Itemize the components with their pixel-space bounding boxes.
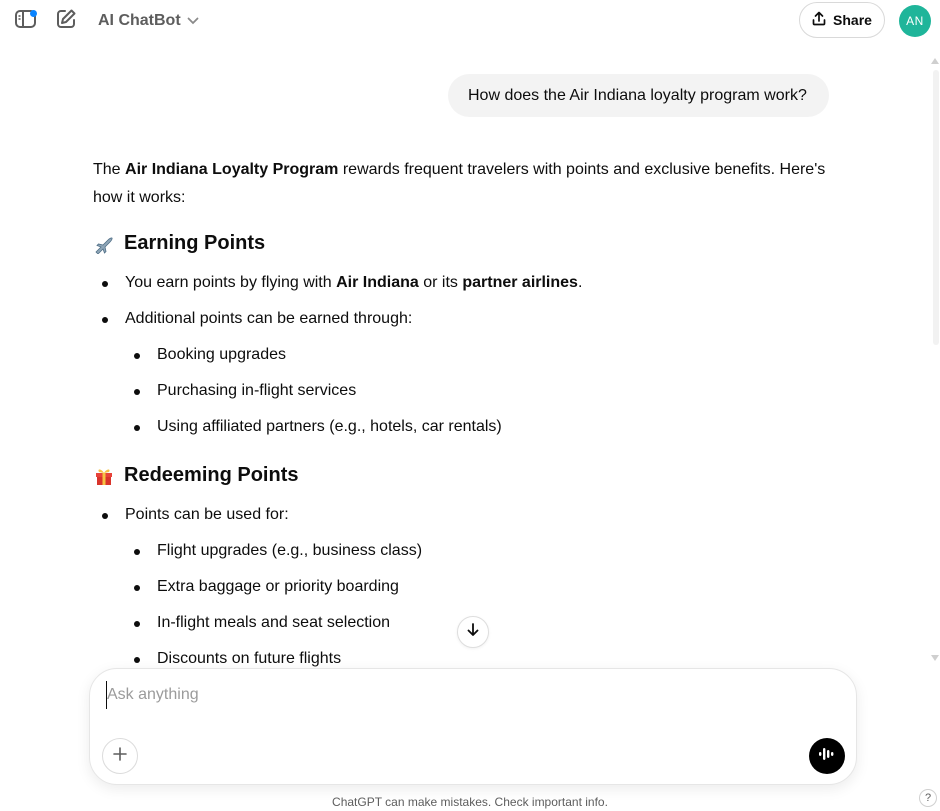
scrollbar-thumb[interactable]	[933, 70, 939, 345]
share-icon	[812, 11, 826, 29]
prompt-input[interactable]	[106, 681, 809, 709]
share-label: Share	[833, 12, 872, 28]
chevron-down-icon	[187, 12, 199, 30]
edit-icon	[55, 8, 77, 35]
list-item: You earn points by flying with Air India…	[102, 271, 582, 295]
scroll-down-arrow[interactable]	[931, 655, 939, 661]
help-button[interactable]: ?	[919, 789, 937, 807]
attach-button[interactable]	[102, 738, 138, 774]
scroll-up-arrow[interactable]	[931, 58, 939, 64]
list-item: Points can be used for:	[102, 503, 289, 527]
plus-icon	[112, 746, 128, 767]
disclaimer: ChatGPT can make mistakes. Check importa…	[332, 795, 608, 809]
section-heading-redeeming: Redeeming Points	[93, 464, 298, 487]
list-subitem: Flight upgrades (e.g., business class)	[134, 539, 422, 563]
program-name: Air Indiana Loyalty Program	[125, 161, 339, 178]
airplane-icon	[93, 233, 115, 255]
model-selector[interactable]: AI ChatBot	[98, 10, 199, 32]
new-chat-button[interactable]	[53, 8, 79, 34]
gift-icon	[93, 465, 115, 487]
list-item: Additional points can be earned through:	[102, 307, 412, 331]
arrow-down-icon	[466, 622, 480, 643]
share-button[interactable]: Share	[799, 2, 885, 38]
list-subitem: Extra baggage or priority boarding	[134, 575, 399, 599]
notification-dot	[30, 10, 37, 17]
list-subitem: Booking upgrades	[134, 343, 286, 367]
voice-mode-button[interactable]	[809, 738, 845, 774]
model-name: AI ChatBot	[98, 12, 181, 29]
section-heading-earning: Earning Points	[93, 232, 265, 255]
avatar[interactable]: AN	[899, 5, 931, 37]
list-subitem: In-flight meals and seat selection	[134, 611, 390, 635]
composer	[89, 668, 857, 785]
scroll-to-bottom-button[interactable]	[457, 616, 489, 648]
list-subitem: Purchasing in-flight services	[134, 379, 356, 403]
user-message: How does the Air Indiana loyalty program…	[448, 74, 829, 117]
list-subitem: Using affiliated partners (e.g., hotels,…	[134, 415, 502, 439]
assistant-intro: The Air Indiana Loyalty Program rewards …	[93, 161, 826, 206]
voice-waveform-icon	[818, 746, 836, 767]
top-bar: AI ChatBot Share AN	[0, 0, 940, 42]
